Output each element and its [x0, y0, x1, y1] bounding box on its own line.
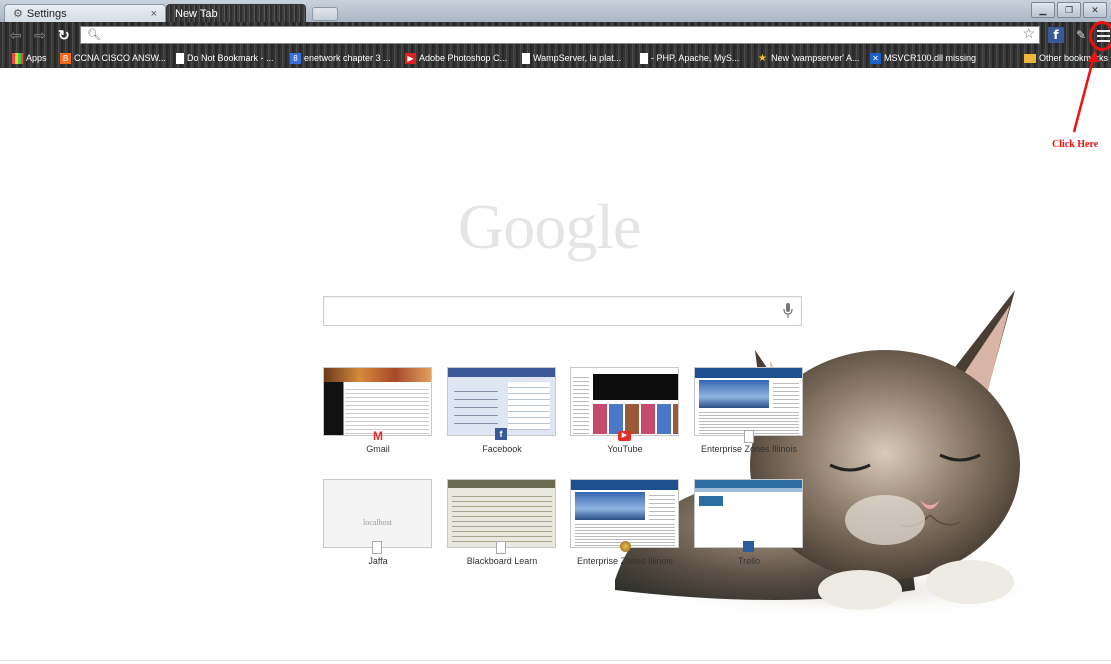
page-icon	[640, 53, 648, 64]
tile-label-enterprise-zones-2[interactable]: Enterprise Zones Illinois	[560, 556, 690, 566]
thumbnail-image	[575, 492, 645, 520]
bookmark-new-wampserver[interactable]: ★ New 'wampserver' A...	[757, 52, 859, 65]
maximize-button[interactable]: ❐	[1057, 2, 1081, 18]
kitten-background-image	[615, 290, 1055, 620]
thumbnail-localhost-text: localhost	[363, 518, 392, 527]
bookmark-label: Do Not Bookmark - ...	[187, 53, 274, 63]
bookmark-label: MSVCR100.dll missing	[884, 53, 977, 63]
thumbnail-videos	[593, 404, 678, 434]
page-icon	[496, 541, 506, 554]
title-bar: ⚙ Settings × New Tab ▁ ❐ ✕	[0, 0, 1111, 22]
bookmark-label: Adobe Photoshop C...	[419, 53, 508, 63]
bookmark-wampserver[interactable]: WampServer, la plat...	[522, 52, 621, 65]
tile-label-blackboard[interactable]: Blackboard Learn	[437, 556, 567, 566]
google-logo: Google	[458, 191, 641, 262]
bookmark-ccna[interactable]: B CCNA CISCO ANSW...	[60, 52, 166, 65]
bookmark-label: - PHP, Apache, MyS...	[651, 53, 740, 63]
minimize-button[interactable]: ▁	[1031, 2, 1055, 18]
bookmark-star-icon[interactable]: ☆	[1022, 25, 1035, 42]
thumbnail-blackboard[interactable]	[447, 479, 556, 548]
forward-arrow-icon[interactable]: ⇨	[34, 27, 46, 44]
gmail-icon: M	[373, 429, 383, 443]
folder-icon	[1024, 54, 1036, 63]
thumbnail-header	[695, 368, 802, 378]
bookmark-label: Apps	[26, 53, 47, 63]
page-bottom-divider	[0, 660, 1111, 661]
bookmark-php-apache[interactable]: - PHP, Apache, MyS...	[640, 52, 739, 65]
thumbnail-youtube[interactable]	[570, 367, 679, 436]
bookmarks-bar: Apps B CCNA CISCO ANSW... Do Not Bookmark…	[0, 49, 1111, 68]
youtube-icon: ▶	[618, 431, 631, 441]
page-icon	[522, 53, 530, 64]
new-tab-button[interactable]	[312, 7, 338, 21]
toolbar: ⇦ ⇨ ↻ 🔍︎ ☆ f ✎	[0, 22, 1111, 49]
page-icon	[744, 430, 754, 443]
thumbnail-player	[593, 374, 678, 400]
thumbnail-text	[454, 384, 498, 424]
tile-label-youtube[interactable]: YouTube	[560, 444, 690, 454]
tab-new-tab[interactable]: New Tab	[166, 4, 306, 22]
thumbnail-sidebar	[573, 374, 589, 434]
star-icon: ★	[758, 53, 767, 64]
thumbnail-rows	[345, 386, 429, 434]
tile-label-jaffa[interactable]: Jaffa	[313, 556, 443, 566]
thumbnail-card	[699, 496, 723, 506]
search-icon: 🔍︎	[87, 29, 101, 41]
tab-settings-label: Settings	[26, 8, 67, 20]
seal-icon	[620, 541, 631, 552]
bookmark-apps[interactable]: Apps	[12, 52, 47, 65]
bookmark-label: New 'wampserver' A...	[771, 53, 860, 63]
facebook-icon: f	[495, 428, 507, 440]
tab-new-tab-label: New Tab	[175, 8, 218, 20]
tile-label-facebook[interactable]: Facebook	[437, 444, 567, 454]
thumbnail-image	[699, 380, 769, 408]
youtube-icon: ▶	[405, 53, 416, 64]
bookmark-label: CCNA CISCO ANSW...	[74, 53, 167, 63]
bookmark-msvcr100[interactable]: ✕ MSVCR100.dll missing	[870, 52, 976, 65]
thumbnail-header	[571, 480, 678, 490]
tile-label-trello[interactable]: Trello	[684, 556, 814, 566]
thumbnail-header	[448, 368, 555, 377]
thumbnail-header	[448, 480, 555, 488]
thumbnail-sidebar	[649, 492, 675, 520]
address-bar[interactable]: 🔍︎ ☆	[80, 25, 1040, 44]
thumbnail-enterprise-zones[interactable]	[694, 367, 803, 436]
gear-icon: ⚙	[13, 8, 23, 20]
thumbnail-gmail[interactable]	[323, 367, 432, 436]
tile-label-gmail[interactable]: Gmail	[313, 444, 443, 454]
tile-label-enterprise-zones[interactable]: Enterprise Zones Illinois	[684, 444, 814, 454]
thumbnail-header	[695, 480, 802, 488]
annotation-label: Click Here	[1052, 139, 1099, 150]
bookmark-label: enetwork chapter 3 ...	[304, 53, 391, 63]
tab-settings[interactable]: ⚙ Settings ×	[4, 4, 166, 22]
bookmark-photoshop[interactable]: ▶ Adobe Photoshop C...	[405, 52, 507, 65]
trello-icon	[743, 541, 754, 552]
facebook-extension-icon[interactable]: f	[1048, 27, 1064, 43]
thumbnail-jaffa[interactable]: localhost	[323, 479, 432, 548]
thumbnail-form	[508, 382, 550, 430]
thumbnail-banner	[324, 368, 431, 382]
blogger-icon: B	[60, 53, 71, 64]
back-arrow-icon[interactable]: ⇦	[10, 27, 22, 44]
window-controls: ▁ ❐ ✕	[1031, 2, 1107, 18]
annotation-arrow	[1072, 50, 1099, 133]
thumbnail-trello[interactable]	[694, 479, 803, 548]
close-window-button[interactable]: ✕	[1083, 2, 1107, 18]
thumbnail-facebook[interactable]	[447, 367, 556, 436]
thumbnail-rows	[452, 492, 552, 546]
x-icon: ✕	[870, 53, 881, 64]
page-icon	[372, 541, 382, 554]
pen-extension-icon[interactable]: ✎	[1072, 27, 1090, 43]
apps-icon	[12, 53, 23, 64]
close-tab-icon[interactable]: ×	[151, 5, 157, 23]
bookmark-label: WampServer, la plat...	[533, 53, 622, 63]
bookmark-do-not-bookmark[interactable]: Do Not Bookmark - ...	[176, 52, 274, 65]
thumbnail-enterprise-zones-2[interactable]	[570, 479, 679, 548]
reload-icon[interactable]: ↻	[58, 27, 70, 44]
page-icon	[176, 53, 184, 64]
google-icon: 8	[290, 53, 301, 64]
thumbnail-sidebar	[773, 380, 799, 408]
annotation-circle	[1089, 21, 1111, 51]
bookmark-enetwork[interactable]: 8 enetwork chapter 3 ...	[290, 52, 391, 65]
